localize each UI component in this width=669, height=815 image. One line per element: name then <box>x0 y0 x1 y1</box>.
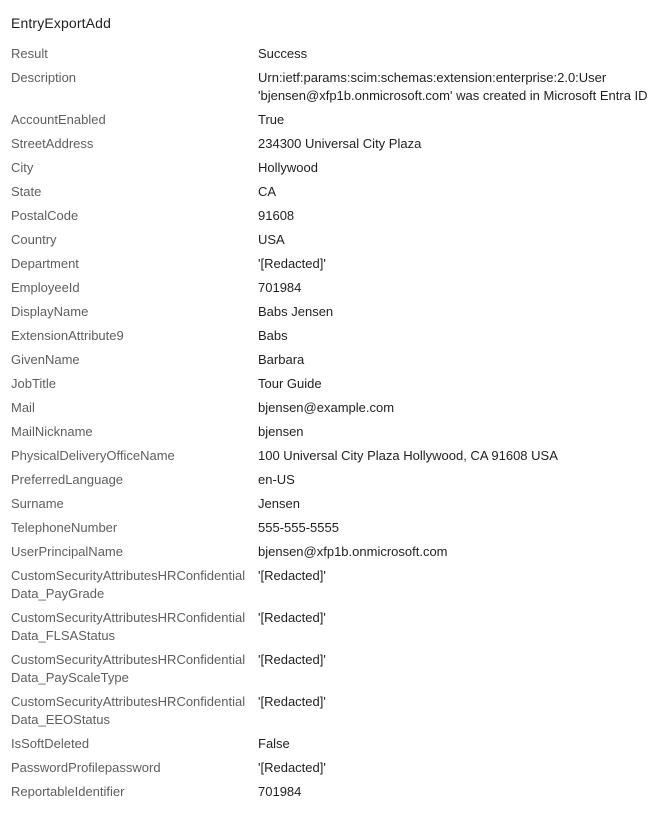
detail-row: MailNickname bjensen <box>11 423 658 441</box>
detail-row: EmployeeId 701984 <box>11 279 658 297</box>
detail-row-value: Barbara <box>258 352 305 367</box>
detail-row-label: ExtensionAttribute9 <box>11 328 124 343</box>
detail-row-label: DisplayName <box>11 304 89 319</box>
detail-row-label: Result <box>11 46 48 61</box>
detail-row: CustomSecurityAttributesHRConfidentialDa… <box>11 609 658 645</box>
detail-row-label: Surname <box>11 496 64 511</box>
detail-row-label: CustomSecurityAttributesHRConfidentialDa… <box>11 652 246 685</box>
detail-row: ReportableIdentifier 701984 <box>11 783 658 801</box>
detail-row: UserPrincipalName bjensen@xfp1b.onmicroso… <box>11 543 658 561</box>
detail-row: PreferredLanguage en-US <box>11 471 658 489</box>
detail-row-value: 701984 <box>258 280 302 295</box>
detail-row: DisplayName Babs Jensen <box>11 303 658 321</box>
detail-row-label: JobTitle <box>11 376 57 391</box>
detail-row: TelephoneNumber 555-555-5555 <box>11 519 658 537</box>
detail-row-value: '[Redacted]' <box>258 652 326 667</box>
detail-row-value: '[Redacted]' <box>258 610 326 625</box>
detail-row-label: EmployeeId <box>11 280 80 295</box>
detail-row: PostalCode 91608 <box>11 207 658 225</box>
detail-row-value: 555-555-5555 <box>258 520 339 535</box>
detail-row: GivenName Barbara <box>11 351 658 369</box>
detail-row-value: USA <box>258 232 285 247</box>
detail-row-value: bjensen@example.com <box>258 400 395 415</box>
detail-row-label: PostalCode <box>11 208 79 223</box>
detail-row: CustomSecurityAttributesHRConfidentialDa… <box>11 567 658 603</box>
detail-row-label: PhysicalDeliveryOfficeName <box>11 448 175 463</box>
detail-row-value: False <box>258 736 290 751</box>
detail-row: StreetAddress 234300 Universal City Plaza <box>11 135 658 153</box>
detail-row: IsSoftDeleted False <box>11 735 658 753</box>
detail-list: Result Success Description Urn:ietf:params:… <box>11 45 658 801</box>
detail-row-label: TelephoneNumber <box>11 520 118 535</box>
detail-row-label: ReportableIdentifier <box>11 784 125 799</box>
detail-row: Country USA <box>11 231 658 249</box>
detail-row-value: bjensen@xfp1b.onmicrosoft.com <box>258 544 448 559</box>
detail-row-label: Mail <box>11 400 35 415</box>
detail-row: Result Success <box>11 45 658 63</box>
detail-row-label: IsSoftDeleted <box>11 736 90 751</box>
detail-row-label: AccountEnabled <box>11 112 106 127</box>
detail-row: CustomSecurityAttributesHRConfidentialDa… <box>11 693 658 729</box>
detail-row-label: UserPrincipalName <box>11 544 123 559</box>
detail-row-label: State <box>11 184 42 199</box>
detail-row: PasswordProfilepassword '[Redacted]' <box>11 759 658 777</box>
detail-row-value: '[Redacted]' <box>258 760 326 775</box>
detail-row-value: CA <box>258 184 277 199</box>
detail-row: CustomSecurityAttributesHRConfidentialDa… <box>11 651 658 687</box>
detail-row-value: '[Redacted]' <box>258 568 326 583</box>
detail-row: JobTitle Tour Guide <box>11 375 658 393</box>
detail-row-label: StreetAddress <box>11 136 94 151</box>
detail-row-label: Department <box>11 256 79 271</box>
detail-row-value: '[Redacted]' <box>258 694 326 709</box>
detail-row: Surname Jensen <box>11 495 658 513</box>
detail-row-label: City <box>11 160 34 175</box>
detail-row-value: 701984 <box>258 784 302 799</box>
detail-row: AccountEnabled True <box>11 111 658 129</box>
detail-row-value: Babs <box>258 328 288 343</box>
detail-row: ExtensionAttribute9 Babs <box>11 327 658 345</box>
detail-row-label: MailNickname <box>11 424 93 439</box>
detail-row-value: 234300 Universal City Plaza <box>258 136 422 151</box>
detail-row-value: Babs Jensen <box>258 304 334 319</box>
detail-row-value: Success <box>258 46 308 61</box>
detail-row-value: 100 Universal City Plaza Hollywood, CA 9… <box>258 448 558 463</box>
detail-row: State CA <box>11 183 658 201</box>
detail-row: Department '[Redacted]' <box>11 255 658 273</box>
detail-row-label: Description <box>11 70 77 85</box>
detail-row-value: Tour Guide <box>258 376 322 391</box>
page-title: EntryExportAdd <box>11 15 112 31</box>
detail-row-label: Country <box>11 232 57 247</box>
detail-row-value: en-US <box>258 472 295 487</box>
detail-row-value: Urn:ietf:params:scim:schemas:extension:e… <box>258 70 648 103</box>
detail-row-label: PasswordProfilepassword <box>11 760 161 775</box>
detail-row-label: CustomSecurityAttributesHRConfidentialDa… <box>11 568 246 601</box>
detail-row: PhysicalDeliveryOfficeName 100 Universal … <box>11 447 658 465</box>
detail-row-label: CustomSecurityAttributesHRConfidentialDa… <box>11 694 246 727</box>
entry-export-add-panel: EntryExportAdd Result Success Description U… <box>0 0 669 815</box>
detail-row-label: GivenName <box>11 352 80 367</box>
detail-row-value: '[Redacted]' <box>258 256 326 271</box>
detail-row-label: CustomSecurityAttributesHRConfidentialDa… <box>11 610 246 643</box>
detail-row: Description Urn:ietf:params:scim:schemas:… <box>11 69 658 105</box>
detail-row-value: True <box>258 112 285 127</box>
detail-row: Mail bjensen@example.com <box>11 399 658 417</box>
detail-row-value: bjensen <box>258 424 304 439</box>
detail-row-value: Hollywood <box>258 160 318 175</box>
detail-row: City Hollywood <box>11 159 658 177</box>
detail-row-value: Jensen <box>258 496 300 511</box>
detail-row-label: PreferredLanguage <box>11 472 124 487</box>
detail-row-value: 91608 <box>258 208 295 223</box>
